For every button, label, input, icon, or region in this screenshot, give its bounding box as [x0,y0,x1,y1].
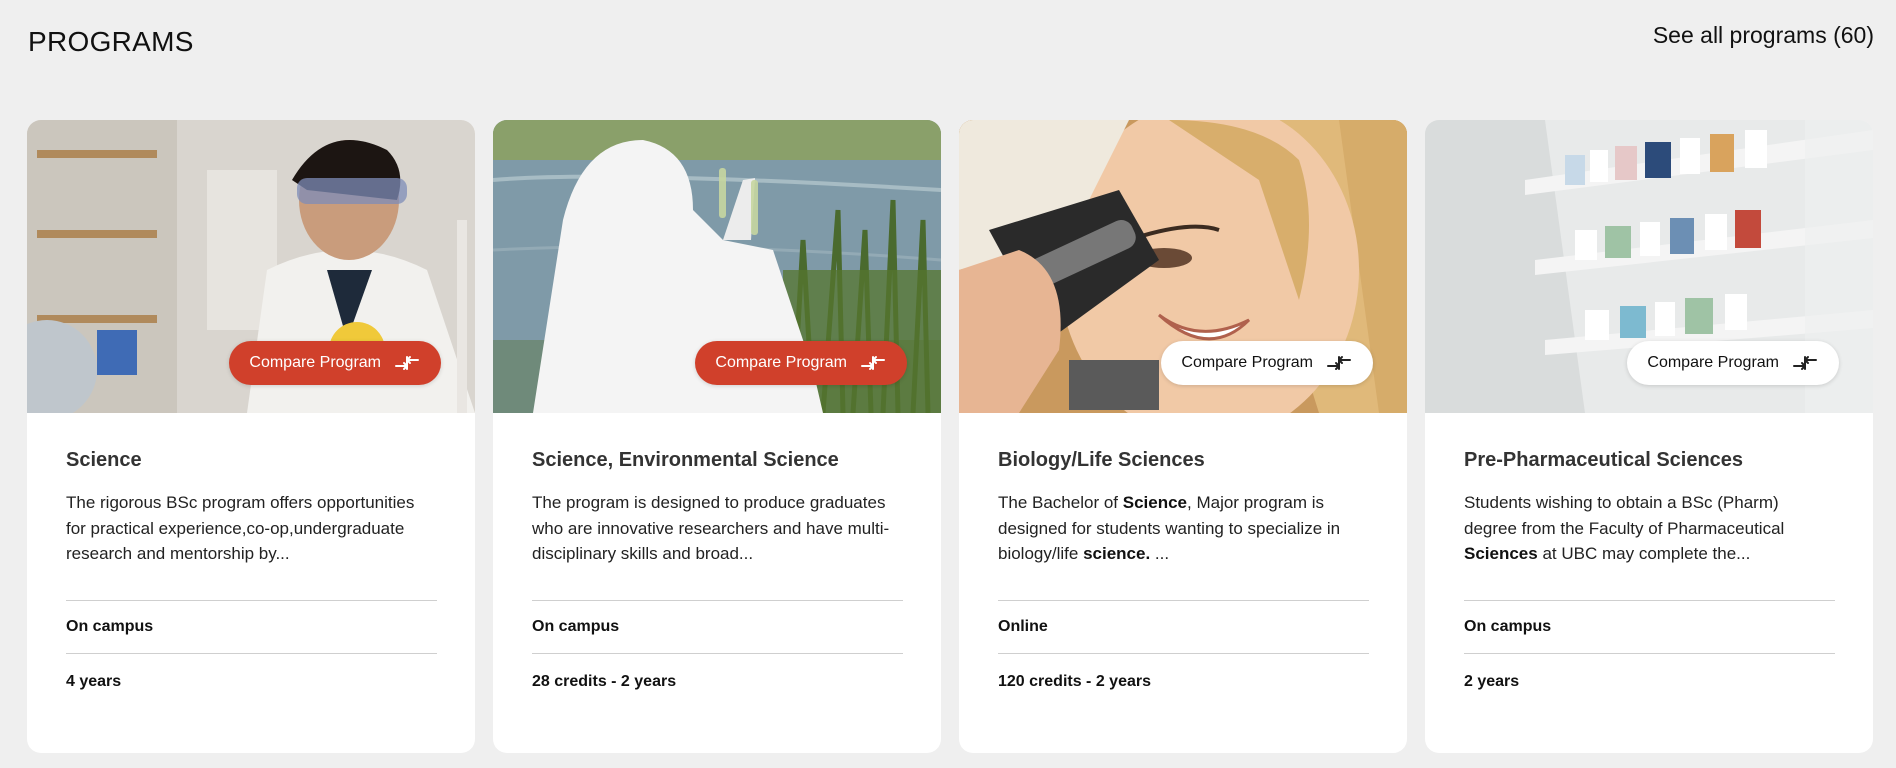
program-title[interactable]: Science [66,449,437,472]
program-card-science[interactable]: Compare Program Science The rigorous BSc… [27,120,475,753]
program-description: The Bachelor of Science, Major program i… [998,493,1341,563]
compare-program-label: Compare Program [1647,354,1779,371]
card-body: Science The rigorous BSc program offers … [27,413,475,706]
program-duration: 4 years [66,673,122,690]
program-delivery: Online [998,618,1048,635]
program-image: Compare Program [1425,120,1873,413]
compare-arrows-icon [395,356,419,370]
program-card-biology-life-sciences[interactable]: Compare Program Biology/Life Sciences Th… [959,120,1407,753]
program-duration: 120 credits - 2 years [998,673,1151,690]
programs-header: PROGRAMS See all programs (60) [28,0,1874,80]
program-delivery: On campus [66,618,154,635]
compare-program-label: Compare Program [1181,354,1313,371]
program-duration: 28 credits - 2 years [532,673,677,690]
program-description: Students wishing to obtain a BSc (Pharm)… [1464,493,1785,563]
program-card-environmental-science[interactable]: Compare Program Science, Environmental S… [493,120,941,753]
program-description: The program is designed to produce gradu… [532,493,890,563]
program-image: Compare Program [493,120,941,413]
see-all-programs-link[interactable]: See all programs (60) [1653,22,1874,49]
program-duration: 2 years [1464,673,1520,690]
program-description: The rigorous BSc program offers opportun… [66,493,415,563]
program-image: Compare Program [959,120,1407,413]
compare-program-label: Compare Program [249,354,381,371]
compare-program-button[interactable]: Compare Program [229,341,441,385]
compare-arrows-icon [1793,356,1817,370]
card-body: Biology/Life Sciences The Bachelor of Sc… [959,413,1407,706]
compare-program-button[interactable]: Compare Program [1161,341,1373,385]
card-body: Pre-Pharmaceutical Sciences Students wis… [1425,413,1873,706]
program-title[interactable]: Biology/Life Sciences [998,449,1369,472]
program-delivery: On campus [1464,618,1552,635]
page-title: PROGRAMS [28,26,194,57]
compare-program-button[interactable]: Compare Program [1627,341,1839,385]
program-delivery: On campus [532,618,620,635]
program-image: Compare Program [27,120,475,413]
program-title[interactable]: Pre-Pharmaceutical Sciences [1464,449,1835,472]
compare-arrows-icon [1327,356,1351,370]
program-cards: Compare Program Science The rigorous BSc… [27,120,1873,753]
program-title[interactable]: Science, Environmental Science [532,449,903,472]
compare-arrows-icon [861,356,885,370]
card-body: Science, Environmental Science The progr… [493,413,941,706]
compare-program-label: Compare Program [715,354,847,371]
compare-program-button[interactable]: Compare Program [695,341,907,385]
program-card-pre-pharmaceutical-sciences[interactable]: Compare Program Pre-Pharmaceutical Scien… [1425,120,1873,753]
